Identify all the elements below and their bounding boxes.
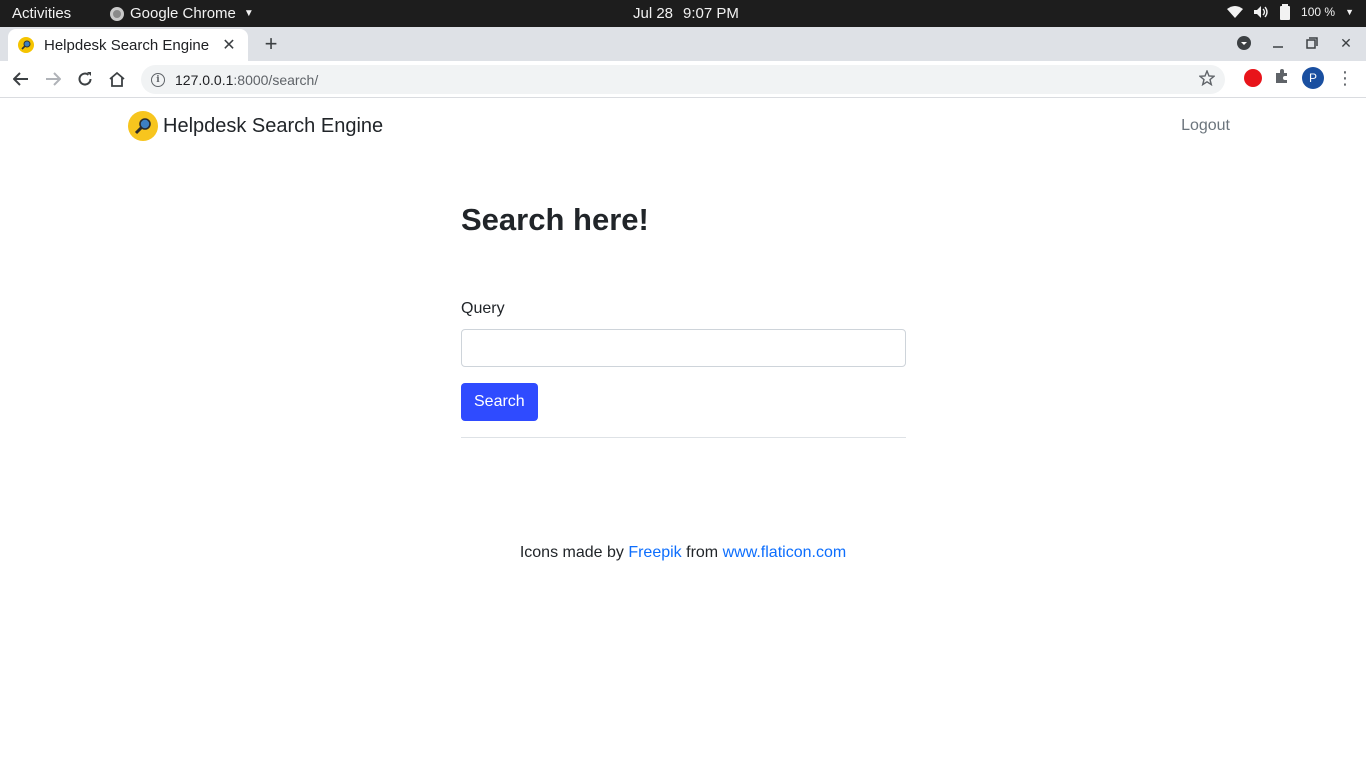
minimize-icon[interactable] (1268, 33, 1288, 53)
close-icon[interactable]: ✕ (220, 35, 238, 55)
web-page: Helpdesk Search Engine Logout Search her… (0, 99, 1366, 768)
search-button[interactable]: Search (461, 383, 538, 421)
reload-icon[interactable] (73, 67, 97, 91)
menu-kebab-icon[interactable]: ⋮ (1336, 69, 1354, 87)
page-title: Search here! (461, 202, 649, 237)
logout-link[interactable]: Logout (1181, 117, 1230, 135)
window-controls: ✕ (1234, 33, 1356, 53)
footer-attribution: Icons made by Freepik from www.flaticon.… (0, 544, 1366, 562)
info-icon[interactable]: i (151, 72, 165, 87)
site-navbar: Helpdesk Search Engine Logout (128, 111, 1230, 143)
bookmark-star-icon[interactable] (1198, 69, 1216, 91)
profile-avatar[interactable]: P (1302, 67, 1324, 89)
magnifier-favicon-icon (18, 37, 34, 53)
os-top-bar: Activities Google Chrome ▼ Jul 28 9:07 PM… (0, 0, 1366, 27)
extensions-area: P ⋮ (1244, 67, 1354, 89)
wifi-icon (1227, 6, 1244, 18)
url-path: :8000/search/ (233, 71, 319, 88)
new-tab-button[interactable]: + (258, 31, 284, 57)
time-text: 9:07 PM (683, 5, 739, 22)
query-label: Query (461, 300, 505, 317)
forward-icon[interactable] (41, 67, 65, 91)
brand-link[interactable]: Helpdesk Search Engine (128, 111, 383, 141)
chevron-down-icon: ▼ (1345, 7, 1354, 17)
home-icon[interactable] (105, 67, 129, 91)
app-menu[interactable]: Google Chrome ▼ (110, 5, 254, 22)
tab-helpdesk[interactable]: Helpdesk Search Engine ✕ (8, 29, 248, 61)
volume-icon (1254, 6, 1268, 18)
tab-search-icon[interactable] (1234, 33, 1254, 53)
date-text: Jul 28 (633, 5, 674, 22)
flaticon-link[interactable]: www.flaticon.com (723, 544, 847, 561)
battery-percent: 100 % (1301, 5, 1336, 19)
extensions-puzzle-icon[interactable] (1274, 68, 1290, 89)
search-form-area: Search here! Query Search (461, 202, 906, 438)
chrome-icon (110, 6, 124, 21)
brand-name: Helpdesk Search Engine (163, 114, 384, 137)
system-tray[interactable]: 100 % ▼ (1227, 4, 1354, 20)
url-host: 127.0.0.1 (175, 71, 234, 88)
back-icon[interactable] (9, 67, 33, 91)
restore-icon[interactable] (1302, 33, 1322, 53)
browser-toolbar: i 127.0.0.1:8000/search/ P ⋮ (0, 61, 1366, 98)
close-window-icon[interactable]: ✕ (1336, 33, 1356, 53)
battery-icon (1280, 4, 1291, 20)
footer-prefix: Icons made by (519, 544, 629, 561)
tab-title: Helpdesk Search Engine (44, 36, 210, 54)
clock[interactable]: Jul 28 9:07 PM (633, 5, 749, 22)
freepik-link[interactable]: Freepik (628, 544, 681, 561)
tab-strip: Helpdesk Search Engine ✕ + ✕ (0, 27, 1366, 61)
app-name: Google Chrome (130, 5, 236, 22)
caret-down-icon: ▼ (243, 8, 254, 19)
footer-middle: from (681, 544, 723, 561)
adblock-extension-icon[interactable] (1244, 69, 1262, 87)
magnifier-logo-icon (128, 111, 158, 141)
activities-button[interactable]: Activities (12, 5, 71, 22)
query-input[interactable] (461, 329, 906, 367)
divider (461, 437, 906, 438)
address-bar[interactable]: i 127.0.0.1:8000/search/ (141, 65, 1225, 94)
